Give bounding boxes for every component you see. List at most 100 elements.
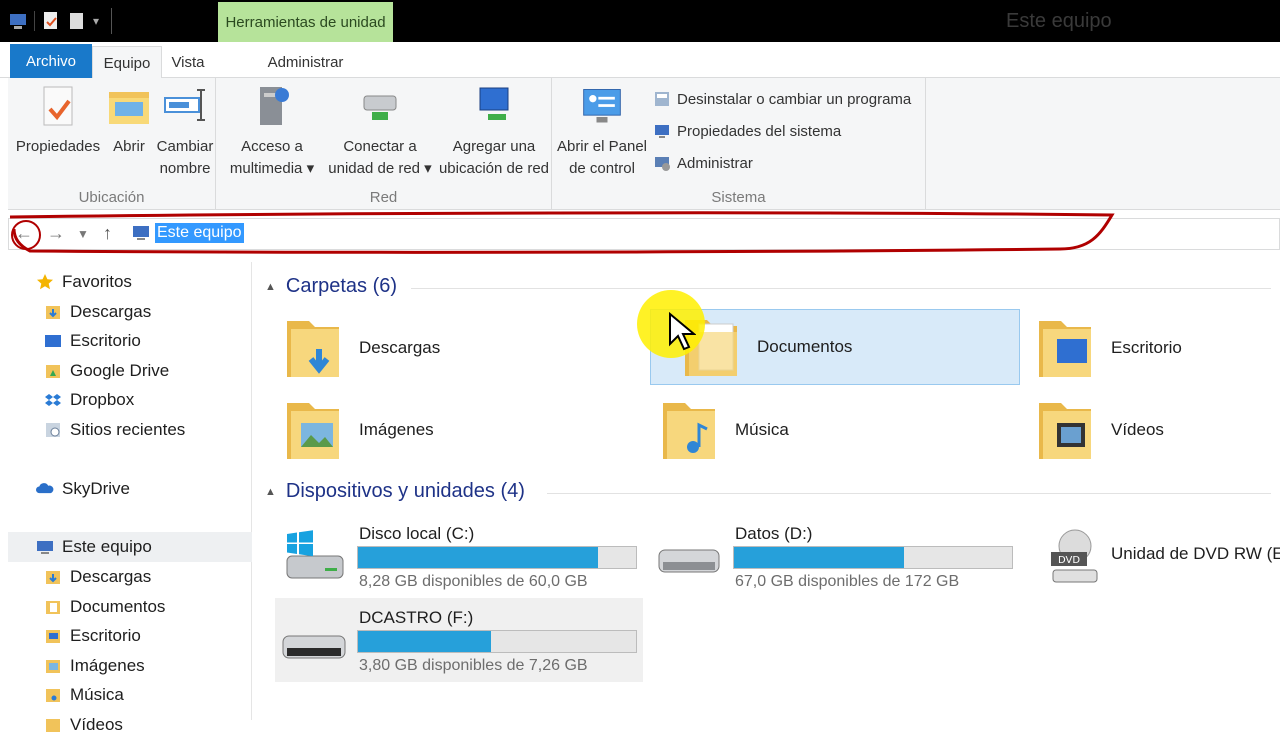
- media-access-button[interactable]: Acceso a multimedia ▾: [222, 82, 322, 180]
- up-arrow-icon[interactable]: ↑: [103, 223, 112, 244]
- computer-icon: [655, 125, 669, 138]
- back-arrow-icon[interactable]: ←: [15, 223, 33, 244]
- properties-icon: [36, 82, 80, 130]
- nav-pc-documentos[interactable]: Documentos: [44, 592, 288, 622]
- nav-descargas[interactable]: Descargas: [44, 297, 288, 327]
- control-panel-icon: [580, 82, 624, 130]
- drive-tools-contextual-tab: Herramientas de unidad: [218, 2, 393, 42]
- documents-folder-icon: [46, 601, 60, 614]
- recent-places-icon: [46, 423, 60, 437]
- mouse-cursor-icon: [669, 312, 696, 351]
- drive-f[interactable]: DCASTRO (F:) 3,80 GB disponibles de 7,26…: [275, 598, 643, 682]
- nav-pc-videos[interactable]: Vídeos: [44, 710, 288, 740]
- downloads-folder-icon: [46, 306, 60, 319]
- address-bar: ← → ▼ ↑ Este equipo: [8, 218, 1280, 250]
- desktop-folder-icon: [1039, 321, 1091, 377]
- add-network-location-button[interactable]: Agregar una ubicación de red: [436, 82, 552, 180]
- system-properties-button[interactable]: Propiedades del sistema: [653, 122, 841, 140]
- tab-vista[interactable]: Vista: [162, 46, 214, 78]
- uninstall-program-button[interactable]: Desinstalar o cambiar un programa: [653, 90, 911, 108]
- folders-section-header[interactable]: ▲ Carpetas (6): [265, 275, 397, 298]
- drive-e-dvd[interactable]: DVD Unidad de DVD RW (E:): [1005, 514, 1280, 598]
- desktop-folder-icon: [46, 630, 60, 643]
- address-text: Este equipo: [155, 223, 244, 243]
- section-divider: [411, 288, 1271, 289]
- pictures-folder-icon: [46, 660, 60, 673]
- desktop-icon: [45, 335, 61, 347]
- nav-dropbox[interactable]: Dropbox: [44, 385, 288, 415]
- google-drive-folder-icon: [46, 365, 60, 378]
- computer-icon: [37, 541, 53, 554]
- content-pane: ▲ Carpetas (6) Descargas Documentos Escri…: [253, 262, 1280, 720]
- nav-skydrive[interactable]: SkyDrive: [36, 474, 280, 504]
- folder-videos[interactable]: Vídeos: [1005, 392, 1280, 468]
- properties-icon[interactable]: [41, 10, 61, 32]
- computer-icon: [133, 226, 149, 240]
- group-label: Sistema: [711, 189, 766, 206]
- drive-c[interactable]: Disco local (C:) 8,28 GB disponibles de …: [253, 514, 637, 598]
- nav-favoritos[interactable]: Favoritos: [36, 267, 280, 297]
- forward-arrow-icon[interactable]: →: [47, 223, 65, 244]
- computer-icon[interactable]: [8, 10, 28, 32]
- folder-escritorio[interactable]: Escritorio: [1005, 310, 1280, 386]
- folder-imagenes[interactable]: Imágenes: [253, 392, 623, 468]
- group-red: Acceso a multimedia ▾ Conectar a unidad …: [216, 78, 552, 210]
- downloads-folder-icon: [287, 321, 339, 377]
- network-location-icon: [472, 82, 516, 130]
- tab-administrar[interactable]: Administrar: [218, 46, 393, 78]
- chevron-down-icon[interactable]: ▾: [93, 14, 99, 28]
- group-label: Ubicación: [78, 189, 145, 206]
- nav-pc-musica[interactable]: Música: [44, 680, 288, 710]
- dvd-drive-icon: DVD: [1051, 529, 1098, 583]
- devices-section-header[interactable]: ▲ Dispositivos y unidades (4): [265, 480, 525, 503]
- dropbox-icon: [45, 394, 61, 406]
- address-field[interactable]: Este equipo: [131, 223, 244, 243]
- removable-drive-icon: [282, 635, 346, 659]
- rename-button[interactable]: Cambiar nombre: [154, 82, 216, 180]
- music-folder-icon: [46, 689, 60, 702]
- title-bar: ▾ Herramientas de unidad Este equipo: [0, 0, 1280, 42]
- ribbon-tab-row: Archivo Equipo Vista Administrar: [0, 42, 1280, 79]
- nav-pc-descargas[interactable]: Descargas: [44, 562, 288, 592]
- collapse-triangle-icon[interactable]: ▲: [265, 281, 276, 293]
- recent-locations-icon[interactable]: ▼: [77, 227, 89, 241]
- tab-archivo[interactable]: Archivo: [10, 44, 92, 78]
- media-server-icon: [250, 82, 294, 130]
- dvd-label: DVD: [1058, 555, 1080, 566]
- navigation-pane: Favoritos Descargas Escritorio Google Dr…: [8, 262, 252, 734]
- drive-usage-bar: [357, 630, 637, 653]
- folder-musica[interactable]: Música: [629, 392, 999, 468]
- nav-pc-imagenes[interactable]: Imágenes: [44, 651, 288, 681]
- folder-documentos[interactable]: Documentos: [650, 309, 1020, 385]
- ribbon: Propiedades Abrir Cambiar nombre Ubicaci…: [8, 78, 1280, 210]
- folder-icon: [107, 82, 151, 130]
- music-folder-icon: [663, 403, 715, 459]
- nav-sitios-recientes[interactable]: Sitios recientes: [44, 415, 288, 445]
- star-icon: [37, 274, 53, 290]
- videos-folder-icon: [46, 719, 60, 732]
- pictures-folder-icon: [287, 403, 339, 459]
- downloads-folder-icon: [46, 571, 60, 584]
- windows-drive-icon: [286, 530, 344, 579]
- nav-google-drive[interactable]: Google Drive: [44, 356, 288, 386]
- drive-d[interactable]: Datos (D:) 67,0 GB disponibles de 172 GB: [629, 514, 1013, 598]
- open-button[interactable]: Abrir: [104, 82, 154, 158]
- nav-este-equipo[interactable]: Este equipo: [8, 532, 252, 562]
- manage-computer-icon: [655, 157, 670, 171]
- new-folder-icon[interactable]: [67, 10, 87, 32]
- group-ubicacion: Propiedades Abrir Cambiar nombre Ubicaci…: [8, 78, 216, 210]
- nav-escritorio[interactable]: Escritorio: [44, 326, 288, 356]
- map-network-drive-button[interactable]: Conectar a unidad de red ▾: [324, 82, 436, 180]
- tab-equipo[interactable]: Equipo: [92, 46, 162, 79]
- control-panel-button[interactable]: Abrir el Panel de control: [552, 82, 652, 180]
- nav-pc-escritorio[interactable]: Escritorio: [44, 621, 288, 651]
- window-title: Este equipo: [1006, 10, 1112, 32]
- collapse-triangle-icon[interactable]: ▲: [265, 486, 276, 498]
- network-drive-icon: [358, 82, 402, 130]
- manage-button[interactable]: Administrar: [653, 154, 753, 172]
- properties-button[interactable]: Propiedades: [12, 82, 104, 158]
- group-label: Red: [369, 189, 398, 206]
- folder-descargas[interactable]: Descargas: [253, 310, 623, 386]
- hard-drive-icon: [658, 549, 720, 573]
- drive-usage-bar: [733, 546, 1013, 569]
